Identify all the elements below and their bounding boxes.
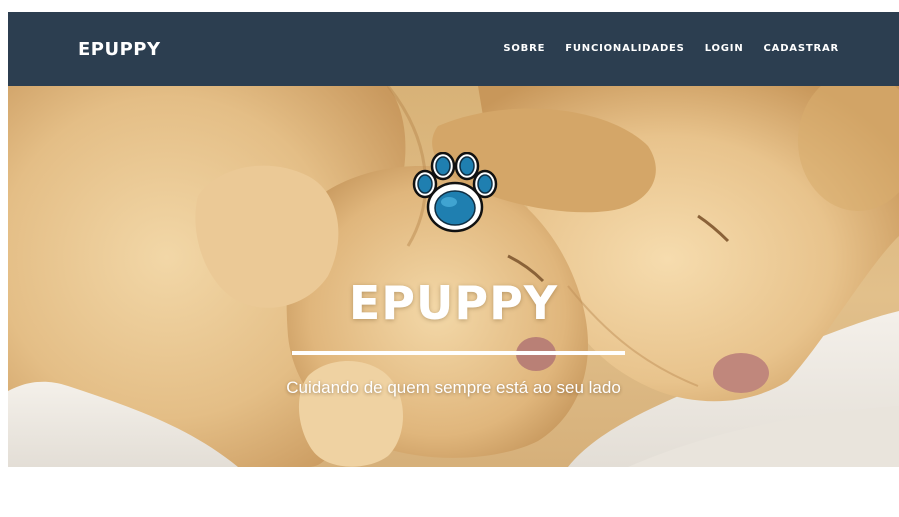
nav-link-funcionalidades[interactable]: FUNCIONALIDADES xyxy=(565,43,684,54)
nav-menu: SOBRE FUNCIONALIDADES LOGIN CADASTRAR xyxy=(503,43,839,54)
brand-link[interactable]: EPUPPY xyxy=(78,39,161,60)
navbar: EPUPPY SOBRE FUNCIONALIDADES LOGIN CADAS… xyxy=(8,12,899,86)
hero-divider xyxy=(292,351,625,355)
nav-link-cadastrar[interactable]: CADASTRAR xyxy=(764,43,839,54)
hero-section: EPUPPY Cuidando de quem sempre está ao s… xyxy=(8,86,899,467)
page-frame: EPUPPY SOBRE FUNCIONALIDADES LOGIN CADAS… xyxy=(8,12,899,467)
nav-link-login[interactable]: LOGIN xyxy=(705,43,744,54)
hero-subtitle: Cuidando de quem sempre está ao seu lado xyxy=(286,378,621,397)
nav-link-sobre[interactable]: SOBRE xyxy=(503,43,545,54)
hero-title: EPUPPY xyxy=(348,276,559,330)
paw-icon xyxy=(412,152,498,233)
